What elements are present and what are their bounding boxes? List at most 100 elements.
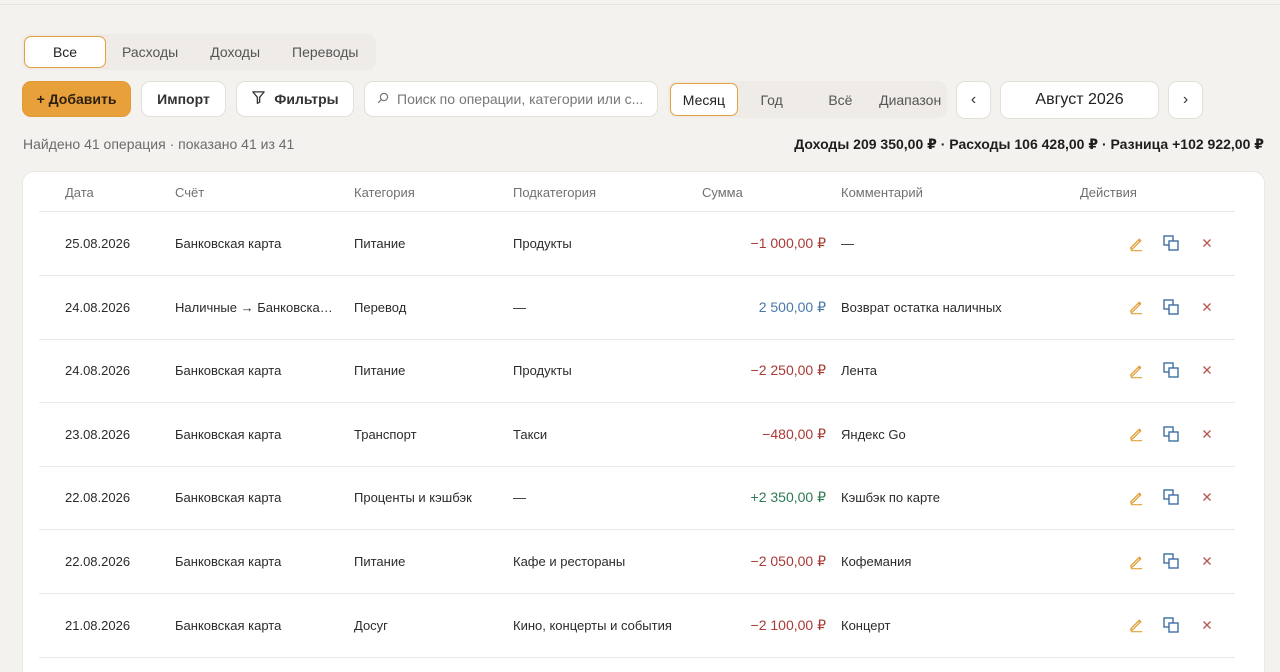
row-category: Перевод: [354, 299, 407, 315]
copy-button[interactable]: [1160, 614, 1182, 636]
filter-button-label: Фильтры: [274, 91, 339, 107]
search-input[interactable]: [397, 91, 647, 107]
row-amount: −480,00 ₽: [762, 425, 826, 442]
next-month-button[interactable]: ›: [1168, 81, 1203, 119]
import-button[interactable]: Импорт: [141, 81, 226, 117]
row-account: Банковская карта: [175, 490, 282, 506]
type-tabs: Все Расходы Доходы Переводы: [22, 34, 377, 70]
copy-button[interactable]: [1160, 359, 1182, 381]
table-row: 22.08.2026 Банковская карта Проценты и кэш…: [39, 466, 1235, 531]
header-account: Счёт: [175, 185, 205, 200]
row-amount: 2 500,00 ₽: [758, 298, 826, 315]
delete-button[interactable]: [1196, 296, 1218, 318]
tab-transfers[interactable]: Переводы: [276, 36, 374, 68]
edit-button[interactable]: [1125, 486, 1147, 508]
found-count: Найдено 41 операция · показано 41 из 41: [23, 136, 295, 152]
delete-button[interactable]: [1196, 423, 1218, 445]
row-subcategory: —: [513, 490, 526, 506]
row-account: Банковская карта: [175, 236, 282, 251]
row-amount: −1 000,00 ₽: [750, 235, 826, 251]
close-icon: [1203, 557, 1211, 565]
tab-income[interactable]: Доходы: [194, 36, 276, 68]
edit-button[interactable]: [1125, 550, 1147, 572]
edit-button[interactable]: [1125, 614, 1147, 636]
tab-all[interactable]: Все: [24, 36, 106, 68]
delete-button[interactable]: [1196, 359, 1218, 381]
copy-icon: [1163, 362, 1179, 378]
edit-button[interactable]: [1125, 423, 1147, 445]
add-button[interactable]: + Добавить: [22, 81, 131, 117]
row-category: Транспорт: [354, 426, 417, 442]
period-range[interactable]: Диапазон: [875, 83, 945, 116]
current-month: Август 2026: [1000, 81, 1159, 119]
pencil-icon: [1129, 492, 1142, 506]
close-icon: [1203, 429, 1211, 438]
table-row: 21.08.2026 Банковская карта Досуг Кино, кон…: [39, 594, 1235, 658]
row-date: 22.08.2026: [65, 554, 131, 569]
copy-icon: [1163, 298, 1179, 315]
pencil-icon: [1129, 238, 1142, 251]
header-date: Дата: [65, 185, 94, 200]
top-divider: [0, 4, 1280, 5]
copy-icon: [1163, 489, 1179, 506]
prev-month-button[interactable]: ‹: [956, 81, 991, 119]
row-date: 22.08.2026: [65, 490, 131, 506]
delete-button[interactable]: [1196, 614, 1218, 636]
copy-icon: [1163, 553, 1179, 569]
copy-button[interactable]: [1160, 296, 1182, 318]
edit-button[interactable]: [1125, 232, 1147, 254]
copy-button[interactable]: [1160, 423, 1182, 445]
row-comment: —: [841, 236, 854, 251]
row-comment: Лента: [841, 363, 877, 379]
row-amount: +2 350,00 ₽: [750, 489, 826, 506]
close-icon: [1203, 302, 1211, 311]
filter-button[interactable]: Фильтры: [236, 81, 354, 117]
edit-button[interactable]: [1125, 359, 1147, 381]
period-year[interactable]: Год: [738, 83, 806, 116]
row-account: Наличные → Банковская ...: [175, 299, 339, 315]
row-subcategory: —: [513, 299, 526, 315]
toolbar: + Добавить Импорт Фильтры Месяц Год Всё …: [22, 81, 1262, 119]
row-date: 25.08.2026: [65, 236, 131, 251]
row-subcategory: Кафе и рестораны: [513, 554, 626, 569]
row-date: 23.08.2026: [65, 426, 131, 442]
row-amount: −2 050,00 ₽: [750, 553, 826, 569]
pencil-icon: [1129, 428, 1142, 442]
copy-button[interactable]: [1160, 486, 1182, 508]
row-category: Питание: [354, 236, 406, 251]
period-switch: Месяц Год Всё Диапазон: [668, 81, 947, 118]
table-header: Дата Счёт Категория Подкатегория Сумма К…: [39, 172, 1235, 212]
row-comment: Кэшбэк по карте: [841, 490, 940, 506]
totals-summary: Доходы 209 350,00 ₽ · Расходы 106 428,00…: [794, 136, 1264, 152]
row-date: 24.08.2026: [65, 363, 131, 379]
delete-button[interactable]: [1196, 550, 1218, 572]
row-category: Досуг: [354, 617, 388, 633]
period-all[interactable]: Всё: [806, 83, 876, 116]
row-comment: Яндекс Go: [841, 426, 906, 442]
table-row: 23.08.2026 Банковская карта Транспорт Такси…: [39, 403, 1235, 467]
tab-expenses[interactable]: Расходы: [106, 36, 194, 68]
period-month[interactable]: Месяц: [670, 83, 738, 116]
close-icon: [1203, 366, 1211, 375]
copy-icon: [1163, 235, 1179, 251]
pencil-icon: [1129, 556, 1142, 569]
edit-button[interactable]: [1125, 296, 1147, 318]
row-account: Банковская карта: [175, 426, 282, 442]
row-date: 21.08.2026: [65, 617, 131, 633]
copy-button[interactable]: [1160, 232, 1182, 254]
table-row: 22.08.2026 Банковская карта Питание Кафе и …: [39, 530, 1235, 594]
copy-button[interactable]: [1160, 550, 1182, 572]
row-subcategory: Продукты: [513, 363, 572, 379]
pencil-icon: [1129, 619, 1142, 633]
delete-button[interactable]: [1196, 232, 1218, 254]
delete-button[interactable]: [1196, 486, 1218, 508]
row-account: Банковская карта: [175, 617, 282, 633]
operations-table: Дата Счёт Категория Подкатегория Сумма К…: [22, 171, 1265, 672]
row-subcategory: Кино, концерты и события: [513, 617, 672, 633]
row-amount: −2 250,00 ₽: [750, 362, 826, 379]
header-actions: Действия: [1080, 185, 1137, 200]
row-category: Питание: [354, 363, 406, 379]
header-comment: Комментарий: [841, 185, 923, 200]
table-row: 24.08.2026 Банковская карта Питание Продукт…: [39, 339, 1235, 404]
row-amount: −2 100,00 ₽: [750, 616, 826, 633]
